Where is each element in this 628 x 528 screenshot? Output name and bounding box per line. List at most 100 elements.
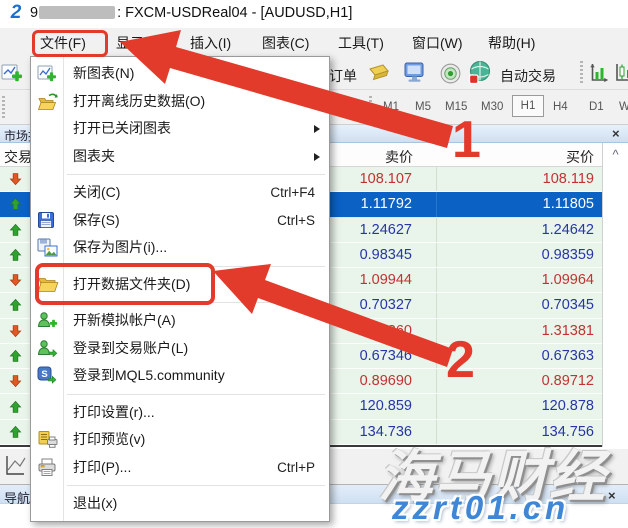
scroll-up-arrow[interactable]: ^: [602, 143, 628, 447]
timeframe-h4[interactable]: H4: [553, 101, 568, 113]
menu-tools[interactable]: 工具(T): [338, 33, 384, 53]
signal-icon[interactable]: [438, 60, 463, 90]
menu-separator: [31, 390, 329, 399]
file-menu-item-profiles[interactable]: 图表夹: [31, 143, 329, 171]
menu-item-label: 打印设置(r)...: [73, 404, 155, 420]
app-logo-icon: 2: [6, 3, 26, 23]
buy-price: 0.98359: [437, 243, 602, 267]
trend-up-icon: [0, 192, 30, 216]
timeframe-d1[interactable]: D1: [589, 101, 604, 113]
buy-price: 1.09964: [437, 268, 602, 292]
watermark-url: zzrt01.cn: [392, 489, 569, 527]
account-prefix: 9: [30, 5, 38, 21]
buy-price: 108.119: [437, 167, 602, 191]
menu-item-label: 保存(S): [73, 212, 120, 228]
file-menu-dropdown: 新图表(N)打开离线历史数据(O)打开已关闭图表图表夹关闭(C)Ctrl+F4保…: [30, 56, 330, 522]
buy-price: 1.24642: [437, 218, 602, 242]
file-menu-item-print[interactable]: 打印(P)... Ctrl+P: [31, 454, 329, 482]
symbols-tab-icon[interactable]: [3, 452, 27, 485]
annotation-label-2: 2: [446, 334, 475, 386]
trend-up-icon: [0, 344, 30, 368]
timeframe-m5[interactable]: M5: [415, 101, 431, 113]
buy-price: 1.11805: [437, 192, 602, 216]
menu-insert[interactable]: 插入(I): [190, 33, 231, 53]
trend-up-icon: [0, 218, 30, 242]
timeframe-w1[interactable]: W1: [619, 101, 628, 113]
annotation-label-1: 1: [452, 114, 481, 166]
file-menu-item-print-setup[interactable]: 打印设置(r)...: [31, 399, 329, 427]
menu-item-label: 登录到交易账户(L): [73, 340, 188, 356]
menu-item-shortcut: Ctrl+P: [277, 454, 315, 482]
trend-down-icon: [0, 369, 30, 393]
open-offline-icon: [37, 92, 61, 112]
account-login-icon: [37, 339, 61, 359]
menu-item-label: 开新模拟帐户(A): [73, 312, 176, 328]
autotrade-button[interactable]: 自动交易: [500, 66, 556, 86]
menu-item-label: 打开离线历史数据(O): [73, 93, 205, 109]
file-menu-item-login-trade-account[interactable]: 登录到交易账户(L): [31, 335, 329, 363]
file-menu-item-new-chart[interactable]: 新图表(N): [31, 60, 329, 88]
window-title-text: : FXCM-USDReal04 - [AUDUSD,H1]: [117, 5, 352, 21]
note-icon[interactable]: [366, 61, 392, 90]
file-menu-item-exit[interactable]: 退出(x): [31, 490, 329, 518]
file-menu-item-open-offline-history[interactable]: 打开离线历史数据(O): [31, 88, 329, 116]
close-icon[interactable]: ×: [612, 127, 620, 140]
toolbar-grip[interactable]: [580, 61, 583, 85]
menu-item-label: 新图表(N): [73, 65, 134, 81]
print-preview-icon: [37, 430, 61, 450]
buy-price: 0.70345: [437, 293, 602, 317]
menu-window[interactable]: 窗口(W): [412, 33, 463, 53]
bar-chart-icon[interactable]: [588, 61, 611, 90]
file-menu-item-close[interactable]: 关闭(C) Ctrl+F4: [31, 179, 329, 207]
menu-help[interactable]: 帮助(H): [488, 33, 535, 53]
trend-up-icon: [0, 420, 30, 444]
menu-item-shortcut: Ctrl+F4: [270, 179, 315, 207]
timeframe-m30[interactable]: M30: [481, 101, 503, 113]
timeframe-m1[interactable]: M1: [383, 101, 399, 113]
close-icon[interactable]: ×: [608, 489, 616, 502]
menu-item-label: 图表夹: [73, 148, 115, 164]
menu-item-label: 退出(x): [73, 495, 117, 511]
menu-separator: [31, 481, 329, 490]
trend-up-icon: [0, 243, 30, 267]
terminal-icon[interactable]: [402, 60, 429, 90]
chevron-down-icon[interactable]: [344, 104, 354, 110]
file-menu-item-save-as-picture[interactable]: 保存为图片(i)...: [31, 234, 329, 262]
file-menu-item-print-preview[interactable]: 打印预览(v): [31, 426, 329, 454]
menu-charts[interactable]: 图表(C): [262, 33, 309, 53]
submenu-arrow-icon: [314, 125, 320, 133]
menu-item-label: 登录到MQL5.community: [73, 367, 225, 383]
timeframe-h1[interactable]: H1: [512, 95, 544, 117]
trend-down-icon: [0, 167, 30, 191]
trend-down-icon: [0, 268, 30, 292]
new-chart-toolbar-icon[interactable]: [1, 62, 23, 89]
autotrade-globe-icon[interactable]: [466, 59, 494, 92]
title-bar: 2 9 : FXCM-USDReal04 - [AUDUSD,H1]: [0, 0, 628, 28]
save-picture-icon: [37, 238, 61, 258]
print-icon: [37, 458, 61, 478]
menu-item-label: 保存为图片(i)...: [73, 239, 167, 255]
file-menu-item-login-mql5[interactable]: S 登录到MQL5.community: [31, 362, 329, 390]
trend-up-icon: [0, 293, 30, 317]
trend-up-icon: [0, 394, 30, 418]
svg-text:S: S: [41, 369, 47, 380]
menu-item-label: 打印(P)...: [73, 459, 131, 475]
mt4-window: 2 9: FXCM-USDReal04 - [AUDUSD,H1] 文件(F)显…: [0, 0, 628, 528]
menu-item-label: 打印预览(v): [73, 431, 145, 447]
new-chart-icon: [37, 64, 61, 84]
file-menu-item-open-closed-chart[interactable]: 打开已关闭图表: [31, 115, 329, 143]
file-menu-item-save[interactable]: 保存(S) Ctrl+S: [31, 207, 329, 235]
new-order-button[interactable]: 订单: [329, 66, 357, 86]
file-menu-item-open-demo-account[interactable]: 开新模拟帐户(A): [31, 307, 329, 335]
submenu-arrow-icon: [314, 153, 320, 161]
annotation-box-file-menu: [32, 30, 108, 57]
annotation-box-open-data-folder: [35, 263, 215, 305]
menu-view[interactable]: 显示(V): [116, 33, 163, 53]
menu-item-label: 关闭(C): [73, 184, 120, 200]
candle-chart-icon[interactable]: [614, 61, 628, 90]
menu-item-shortcut: Ctrl+S: [277, 207, 315, 235]
save-icon: [37, 211, 61, 231]
toolbar-grip[interactable]: [2, 96, 5, 120]
mql5-icon: S: [37, 366, 61, 386]
toolbar-grip[interactable]: [369, 96, 372, 120]
